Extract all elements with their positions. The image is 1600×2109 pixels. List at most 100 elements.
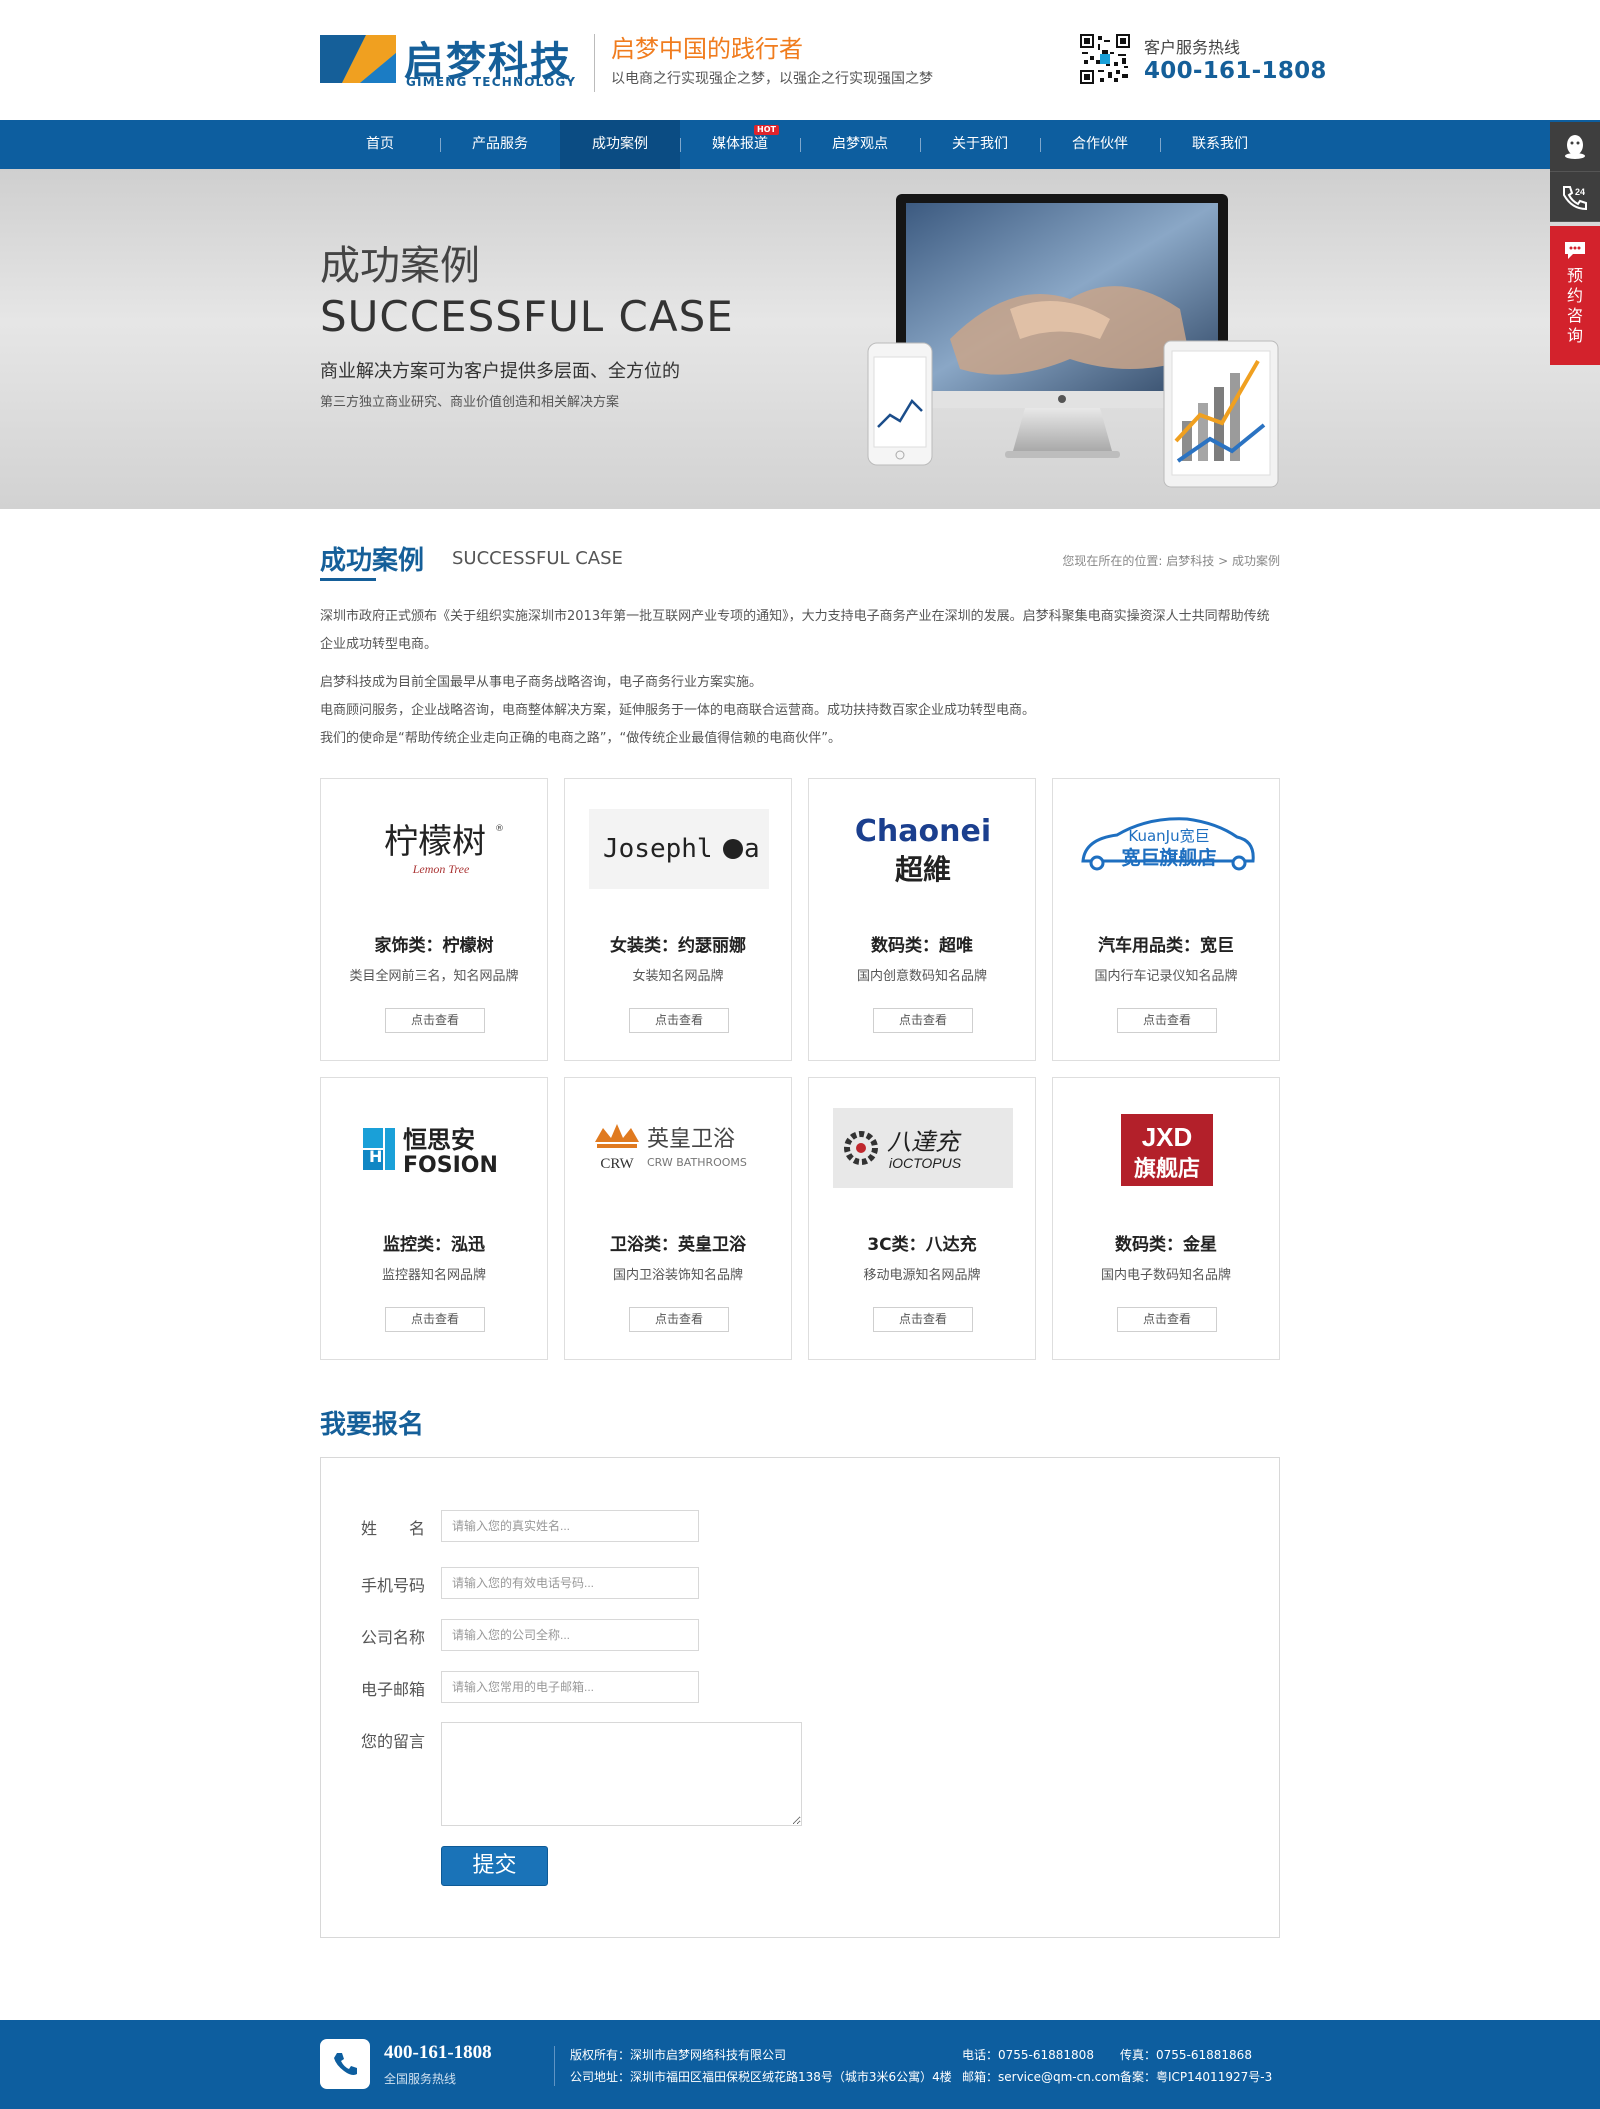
phone-24-icon: 24 xyxy=(1563,185,1587,210)
email-input[interactable] xyxy=(441,1671,699,1703)
intro-paragraph: 电商顾问服务，企业战略咨询，电商整体解决方案，延伸服务于一体的电商联合运营商。成… xyxy=(320,703,1036,718)
logo-text: 八達充 xyxy=(887,1128,962,1156)
case-card[interactable]: CRW 英皇卫浴 CRW BATHROOMS 卫浴类：英皇卫浴 国内卫浴装饰知名… xyxy=(564,1077,792,1360)
footer-divider xyxy=(554,2046,555,2086)
nav-item-home[interactable]: 首页 xyxy=(320,120,441,169)
brand-logo-chaonei: Chaonei 超維 xyxy=(833,809,1013,889)
nav-item-media[interactable]: 媒体报道 HOT xyxy=(680,120,801,169)
view-case-button[interactable]: 点击查看 xyxy=(385,1008,485,1033)
nav-item-about[interactable]: 关于我们 xyxy=(920,120,1041,169)
brand-logo-jxd: JXD 旗舰店 xyxy=(1077,1108,1257,1188)
phone-input[interactable] xyxy=(441,1567,699,1599)
phone-label: 手机号码 xyxy=(361,1576,426,1595)
company-input[interactable] xyxy=(441,1619,699,1651)
logo-text: 英皇卫浴 xyxy=(647,1127,735,1152)
site-footer: 400-161-1808 全国服务热线 版权所有：深圳市启梦网络科技有限公司 公… xyxy=(0,2020,1600,2109)
logo-sub: Lemon Tree xyxy=(412,862,470,876)
hotline-label: 客户服务热线 xyxy=(1144,38,1241,57)
nav-item-views[interactable]: 启梦观点 xyxy=(800,120,921,169)
brand-logo-josephline: Josephl a xyxy=(589,809,769,889)
view-case-button[interactable]: 点击查看 xyxy=(1117,1008,1217,1033)
footer-copyright: 版权所有：深圳市启梦网络科技有限公司 xyxy=(570,2048,787,2062)
logo-text: KuanJu宽巨 xyxy=(1128,827,1209,845)
svg-text:H: H xyxy=(369,1147,382,1166)
submit-button[interactable]: 提交 xyxy=(441,1846,548,1886)
case-title: 卫浴类：英皇卫浴 xyxy=(610,1235,746,1255)
footer-icp[interactable]: 备案：粤ICP14011927号-3 xyxy=(1120,2068,1272,2085)
breadcrumb-prefix: 您现在所在的位置: xyxy=(1062,554,1163,568)
view-case-button[interactable]: 点击查看 xyxy=(873,1307,973,1332)
brand-logo-lemon-tree: 柠檬树 Lemon Tree ® xyxy=(345,809,525,889)
message-textarea[interactable] xyxy=(441,1722,802,1826)
banner-title-en: SUCCESSFUL CASE xyxy=(320,292,734,341)
slogan-main: 启梦中国的践行者 xyxy=(611,35,803,63)
intro-paragraph: 深圳市政府正式颁布《关于组织实施深圳市2013年第一批互联网产业专项的通知》，大… xyxy=(320,609,1270,652)
view-case-button[interactable]: 点击查看 xyxy=(873,1008,973,1033)
view-case-button[interactable]: 点击查看 xyxy=(629,1307,729,1332)
breadcrumb-home[interactable]: 启梦科技 xyxy=(1166,554,1214,568)
case-card[interactable]: Josephl a 女装类：约瑟丽娜 女装知名网品牌 点击查看 xyxy=(564,778,792,1061)
signup-form: 姓 名 手机号码 公司名称 电子邮箱 您的留言 提交 xyxy=(320,1457,1280,1938)
case-card[interactable]: Chaonei 超維 数码类：超唯 国内创意数码知名品牌 点击查看 xyxy=(808,778,1036,1061)
case-card[interactable]: 柠檬树 Lemon Tree ® 家饰类：柠檬树 类目全网前三名，知名网品牌 点… xyxy=(320,778,548,1061)
qq-button[interactable] xyxy=(1550,122,1600,172)
brand-logo-ioctopus: 八達充 iOCTOPUS xyxy=(833,1108,1013,1188)
site-logo[interactable]: 启梦科技 GIMENG TECHNOLOGY xyxy=(320,31,580,89)
phone-24-button[interactable]: 24 xyxy=(1550,172,1600,222)
breadcrumb-current[interactable]: 成功案例 xyxy=(1232,554,1280,568)
view-case-button[interactable]: 点击查看 xyxy=(385,1307,485,1332)
nav-item-label: 启梦观点 xyxy=(832,136,888,152)
case-card[interactable]: 八達充 iOCTOPUS 3C类：八达充 移动电源知名网品牌 点击查看 xyxy=(808,1077,1036,1360)
site-header: 启梦科技 GIMENG TECHNOLOGY 启梦中国的践行者 以电商之行实现强… xyxy=(0,0,1600,120)
case-description: 国内创意数码知名品牌 xyxy=(856,969,987,984)
nav-list: 首页 产品服务 成功案例 媒体报道 HOT 启梦观点 关于我们 合作伙伴 联系我们 xyxy=(320,120,1280,169)
slogan: 启梦中国的践行者 以电商之行实现强企之梦，以强企之行实现强国之梦 xyxy=(594,34,954,92)
logo-sub: 旗舰店 xyxy=(1134,1156,1200,1182)
banner-title-cn: 成功案例 xyxy=(320,243,480,289)
name-input[interactable] xyxy=(441,1510,699,1542)
qq-icon xyxy=(1565,134,1585,159)
brand-logo-fosion: H 恒思安 FOSION xyxy=(345,1108,525,1188)
phone-icon xyxy=(320,2039,370,2089)
nav-item-label: 首页 xyxy=(366,136,394,152)
banner-description: 商业解决方案可为客户提供多层面、全方位的 xyxy=(320,361,680,382)
qr-code-icon xyxy=(1080,34,1130,84)
case-card[interactable]: KuanJu宽巨 宽巨旗舰店 汽车用品类：宽巨 国内行车记录仪知名品牌 点击查看 xyxy=(1052,778,1280,1061)
logo-mark-icon xyxy=(320,35,396,83)
nav-item-label: 成功案例 xyxy=(592,136,648,152)
case-description: 移动电源知名网品牌 xyxy=(863,1268,981,1283)
section-title-cn: 成功案例 xyxy=(320,546,425,576)
hot-badge: HOT xyxy=(754,125,779,135)
logo-sub: 超維 xyxy=(895,853,951,886)
footer-phone-number: 400-161-1808 xyxy=(384,2042,492,2063)
view-case-button[interactable]: 点击查看 xyxy=(629,1008,729,1033)
brand-logo-crw: CRW 英皇卫浴 CRW BATHROOMS xyxy=(589,1108,769,1188)
case-grid: 柠檬树 Lemon Tree ® 家饰类：柠檬树 类目全网前三名，知名网品牌 点… xyxy=(320,778,1280,1360)
slogan-sub: 以电商之行实现强企之梦，以强企之行实现强国之梦 xyxy=(611,71,933,87)
nav-item-partners[interactable]: 合作伙伴 xyxy=(1040,120,1161,169)
nav-item-label: 合作伙伴 xyxy=(1072,136,1128,152)
case-title: 数码类：金星 xyxy=(1115,1235,1217,1255)
section-underline xyxy=(320,578,376,581)
case-card[interactable]: JXD 旗舰店 数码类：金星 国内电子数码知名品牌 点击查看 xyxy=(1052,1077,1280,1360)
nav-item-label: 联系我们 xyxy=(1192,136,1248,152)
case-description: 类目全网前三名，知名网品牌 xyxy=(349,969,519,984)
case-title: 数码类：超唯 xyxy=(871,936,973,956)
case-card[interactable]: H 恒思安 FOSION 监控类：泓迅 监控器知名网品牌 点击查看 xyxy=(320,1077,548,1360)
logo-text: 恒思安 xyxy=(403,1125,475,1154)
nav-item-label: 媒体报道 xyxy=(712,136,768,152)
footer-phone-label: 全国服务热线 xyxy=(384,2072,457,2086)
logo-text: Josephl xyxy=(603,834,713,864)
logo-sub: CRW BATHROOMS xyxy=(647,1156,747,1169)
intro-paragraph: 启梦科技成为目前全国最早从事电子商务战略咨询，电子商务行业方案实施。 xyxy=(320,675,763,690)
view-case-button[interactable]: 点击查看 xyxy=(1117,1307,1217,1332)
nav-item-contact[interactable]: 联系我们 xyxy=(1160,120,1280,169)
nav-item-cases[interactable]: 成功案例 xyxy=(560,120,681,169)
nav-item-products[interactable]: 产品服务 xyxy=(440,120,561,169)
consult-button[interactable]: 预约咨询 xyxy=(1550,226,1600,365)
nav-item-label: 产品服务 xyxy=(472,136,528,152)
logo-sub: 宽巨旗舰店 xyxy=(1121,846,1216,869)
intro-text: 深圳市政府正式颁布《关于组织实施深圳市2013年第一批互联网产业专项的通知》，大… xyxy=(320,603,1280,753)
name-label: 姓 名 xyxy=(361,1519,426,1538)
footer-email[interactable]: 邮箱：service@qm-cn.com xyxy=(962,2068,1120,2085)
